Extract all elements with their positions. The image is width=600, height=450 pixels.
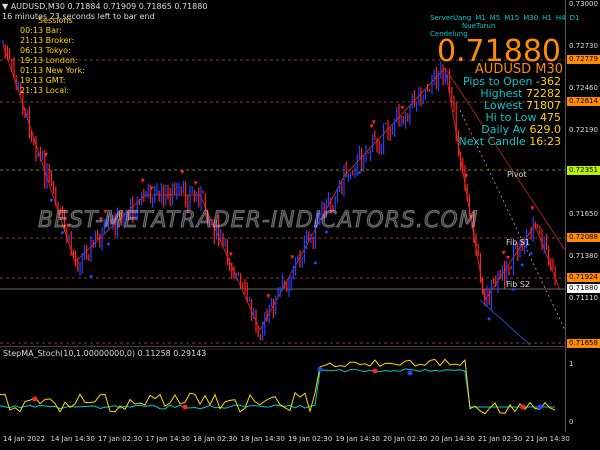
signal-dot [313, 261, 317, 265]
session-item: 01:13 New York: [20, 66, 85, 75]
stoch-cross-marker [372, 368, 378, 374]
stoch-title: StepMA_Stoch(10,1.00000000,0) 0.11258 0.… [3, 349, 207, 358]
price-tick: 0.71650 [569, 210, 598, 218]
stoch-cross-marker [407, 370, 413, 376]
time-tick: 17 Jan 14:30 [145, 435, 190, 443]
symbol-info: ▼ AUDUSD,M30 0.71884 0.71909 0.71865 0.7… [2, 2, 207, 11]
sell-arrow: ▾ [44, 150, 48, 159]
time-tick: 20 Jan 02:30 [383, 435, 428, 443]
session-item: 19:13 London: [20, 56, 78, 65]
price-tick: 0.71380 [569, 252, 598, 260]
stoch-cross-marker [317, 366, 323, 372]
timeframe-button[interactable]: H1 [542, 14, 552, 22]
signal-dot [529, 252, 533, 256]
sell-arrow: ▾ [464, 171, 468, 180]
price-level-label: 0.71880 [567, 284, 600, 293]
sell-arrow: ▾ [290, 253, 294, 262]
timeframe-button[interactable]: ServerUang [430, 14, 471, 22]
sell-arrow: ▾ [229, 250, 233, 259]
time-tick: 20 Jan 14:30 [430, 435, 475, 443]
price-level-label: 0.72088 [567, 233, 600, 242]
sessions-title: Sessions [38, 16, 73, 25]
stoch-cross-marker [182, 404, 188, 410]
sell-arrow: ▾ [150, 184, 154, 193]
sell-arrow: ▾ [506, 253, 510, 262]
stoch-cross-marker [537, 404, 543, 410]
fib-s2-label: Fib S2 [506, 280, 531, 289]
session-item: 06:13 Tokyo: [20, 46, 71, 55]
time-tick: 14 Jan 14:30 [50, 435, 95, 443]
sell-arrow: ▾ [194, 179, 198, 188]
time-tick: 21 Jan 14:30 [525, 435, 570, 443]
sell-arrow: ▾ [530, 204, 534, 213]
price-tick: 0.72460 [569, 84, 598, 92]
stoch-signal-line [0, 368, 555, 410]
signal-dot [487, 317, 491, 321]
timeframe-button[interactable]: M30 [523, 14, 538, 22]
time-tick: 19 Jan 02:30 [288, 435, 333, 443]
price-level-label: 0.72779 [567, 55, 600, 64]
info-dashboard: ServerUang M1 M5 M15 M30 H1 H4 D1 NueTurun Cend… [430, 14, 579, 148]
dashboard-subline-1: NueTurun [462, 22, 496, 30]
price-tick: 0.72730 [569, 42, 598, 50]
signal-dot [357, 171, 361, 175]
timeframe-button[interactable]: M1 [475, 14, 486, 22]
signal-dot [89, 274, 93, 278]
stoch-tick-0: 0 [569, 418, 574, 426]
chart-symbol-icon: ▼ [2, 2, 9, 11]
stoch-tick-1: 1 [569, 360, 574, 368]
time-tick: 18 Jan 14:30 [240, 435, 285, 443]
time-tick: 19 Jan 14:30 [335, 435, 380, 443]
signal-dot [107, 242, 111, 246]
stoch-chart[interactable] [0, 347, 565, 432]
session-item: 00:13 Bar: [20, 26, 62, 35]
timeframe-button[interactable]: M15 [504, 14, 519, 22]
fib-s1-label: Fib S1 [506, 238, 531, 247]
fib-line [479, 299, 531, 346]
session-item: 21:13 Local: [20, 86, 70, 95]
stoch-indicator-panel[interactable]: StepMA_Stoch(10,1.00000000,0) 0.11258 0.… [0, 347, 565, 432]
sell-arrow: ▾ [400, 103, 404, 112]
watermark-text: BEST-METATRADER-INDICATORS.COM [38, 208, 479, 234]
price-axis[interactable]: 0.730000.727300.724600.721900.719200.716… [565, 0, 600, 432]
symbol-line: AUDUSD,M30 0.71884 0.71909 0.71865 0.718… [10, 2, 208, 11]
sell-arrow: ▾ [180, 168, 184, 177]
time-axis[interactable]: 14 Jan 2022 14 Jan 14:30 17 Jan 02:30 17 Ja… [0, 432, 600, 450]
signal-dot [520, 263, 524, 267]
sessions-panel: Sessions 00:13 Bar: 21:13 Broker: 06:13 To… [20, 16, 85, 96]
price-level-label: 0.72614 [567, 97, 600, 106]
price-level-label: 0.71658 [567, 339, 600, 348]
dashboard-row: Next Candle 16:23 [458, 135, 561, 148]
sell-arrow: ▾ [141, 176, 145, 185]
price-chart-panel[interactable]: ▾ ▾ ▾ ▾ ▾ ▾ ▾ ▾ ▾ ▾ ▾ ▾ ▾ ▾ ▾ ▾ ▾ ▾ BEST-METATRADER-INDIC… [0, 0, 579, 347]
session-item: 21:13 Broker: [20, 36, 75, 45]
session-item: 19:13 GMT: [20, 76, 66, 85]
time-tick: 21 Jan 02:30 [478, 435, 523, 443]
time-tick: 14 Jan 2022 [3, 435, 45, 443]
signal-dot [49, 198, 53, 202]
price-tick: 0.73000 [569, 0, 598, 8]
sell-arrow: ▾ [372, 117, 376, 126]
price-level-label: 0.72351 [567, 166, 600, 175]
time-tick: 18 Jan 02:30 [193, 435, 238, 443]
price-tick: 0.71110 [569, 294, 598, 302]
pivot-label: Pivot [507, 170, 527, 179]
sell-arrow: ▾ [266, 292, 270, 301]
timeframe-button[interactable]: M5 [490, 14, 501, 22]
stoch-cross-marker [32, 396, 38, 402]
stoch-cross-marker [520, 404, 526, 410]
time-tick: 17 Jan 02:30 [98, 435, 143, 443]
price-tick: 0.72190 [569, 126, 598, 134]
sell-arrow: ▾ [502, 248, 506, 257]
price-level-label: 0.71924 [567, 273, 600, 282]
